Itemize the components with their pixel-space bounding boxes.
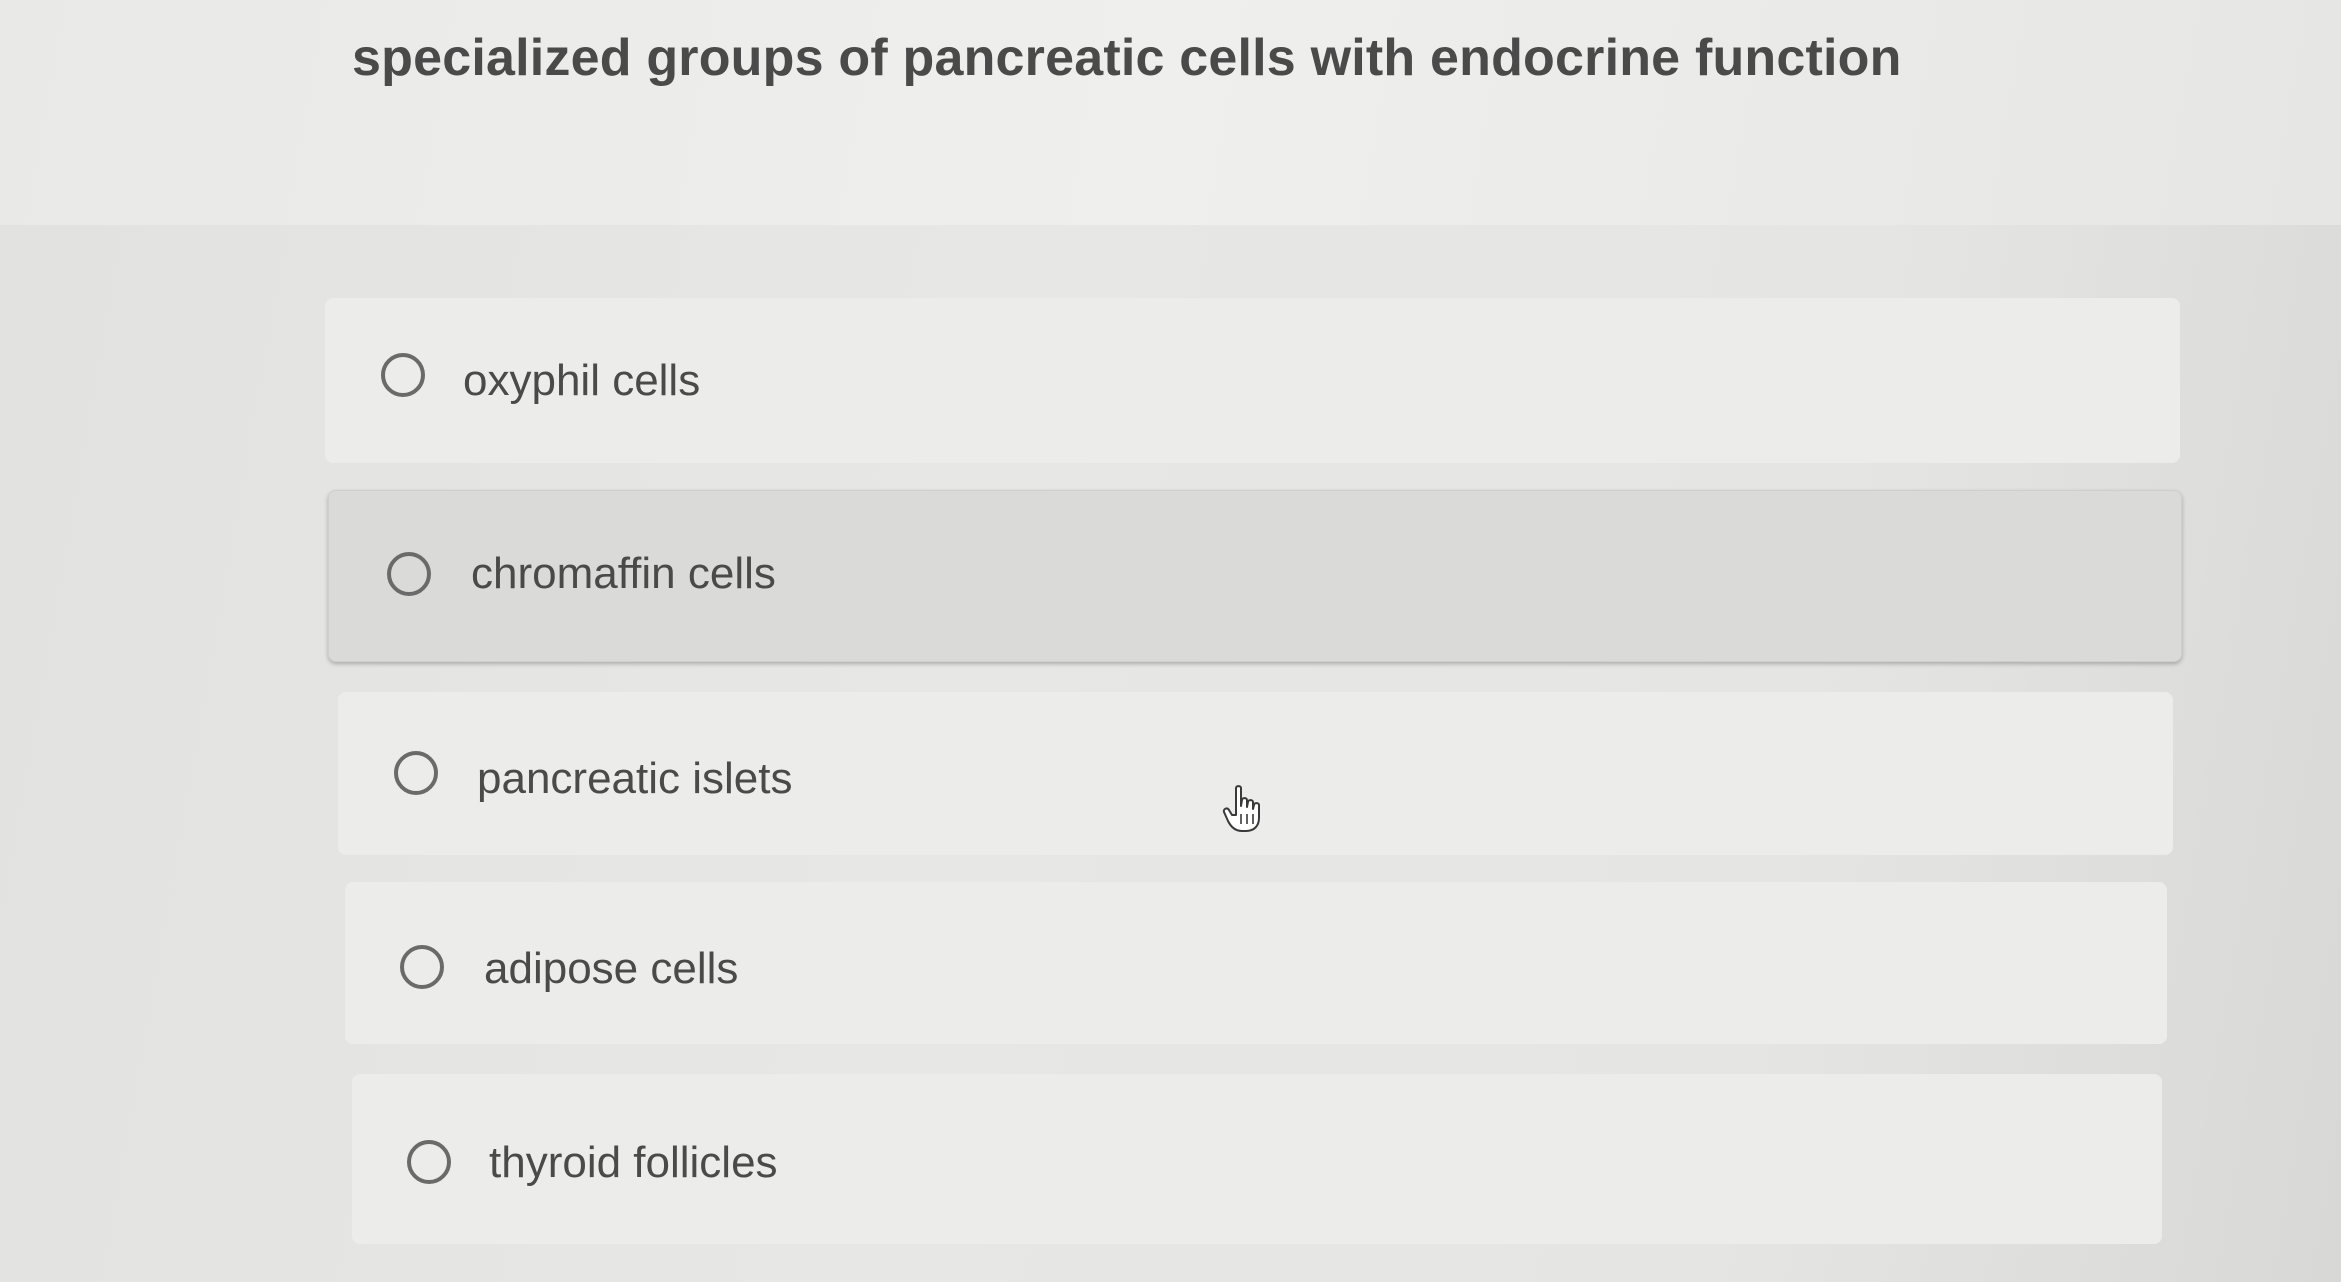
option-label: thyroid follicles: [489, 1138, 778, 1187]
radio-button[interactable]: [387, 552, 431, 596]
radio-button[interactable]: [400, 945, 444, 989]
answer-options: oxyphil cells chromaffin cells pancreati…: [0, 0, 2341, 1282]
option-chromaffin-cells[interactable]: chromaffin cells: [328, 490, 2182, 662]
option-thyroid-follicles[interactable]: thyroid follicles: [352, 1074, 2162, 1244]
radio-button[interactable]: [381, 353, 425, 397]
option-label: adipose cells: [484, 944, 739, 993]
option-label: chromaffin cells: [471, 549, 776, 598]
radio-button[interactable]: [394, 751, 438, 795]
option-oxyphil-cells[interactable]: oxyphil cells: [325, 298, 2180, 463]
radio-button[interactable]: [407, 1140, 451, 1184]
hand-pointer-icon: [1222, 785, 1260, 832]
option-adipose-cells[interactable]: adipose cells: [345, 882, 2167, 1044]
option-label: pancreatic islets: [477, 754, 793, 803]
option-label: oxyphil cells: [463, 356, 701, 405]
